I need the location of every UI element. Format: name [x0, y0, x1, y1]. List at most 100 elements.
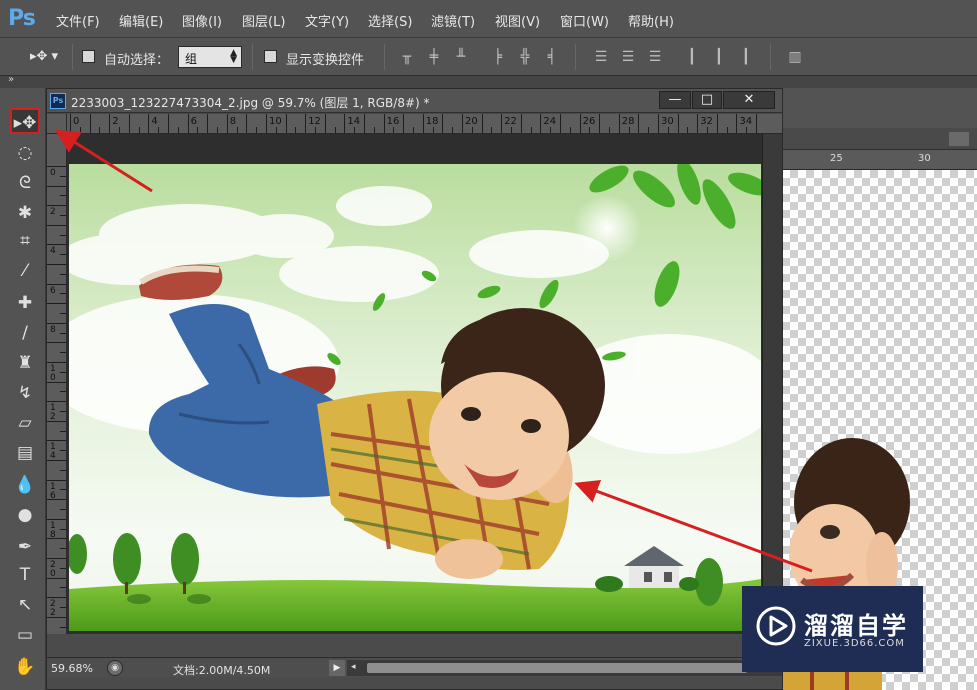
- lasso-tool-icon[interactable]: ᘓ: [10, 170, 40, 196]
- menu-filter[interactable]: 滤镜(T): [431, 11, 475, 30]
- distribute-hcenter-icon[interactable]: ┃: [710, 48, 728, 66]
- ruler-tick: [60, 332, 66, 334]
- distribute-vcenter-icon[interactable]: ☰: [619, 48, 637, 66]
- distribute-bottom-icon[interactable]: ☰: [646, 48, 664, 66]
- eraser-tool-icon[interactable]: ▱: [10, 410, 40, 436]
- ruler-tick: [47, 264, 66, 265]
- menu-image[interactable]: 图像(I): [182, 11, 222, 30]
- background-doc-minimize-button[interactable]: [949, 132, 969, 146]
- distribute-top-icon[interactable]: ☰: [592, 48, 610, 66]
- align-left-icon[interactable]: ╞: [489, 48, 507, 66]
- horizontal-scrollbar[interactable]: ◂: [347, 660, 782, 676]
- dodge-tool-icon[interactable]: ●: [10, 502, 40, 528]
- ps-logo: Ps: [8, 6, 36, 31]
- ruler-tick: [60, 411, 66, 412]
- ruler-tick: [60, 469, 66, 471]
- ruler-label: 30: [918, 153, 931, 164]
- options-divider: [252, 44, 253, 70]
- zoom-level[interactable]: 59.68%: [51, 662, 93, 675]
- ruler-tick: [60, 430, 66, 432]
- ruler-tick: [79, 127, 81, 133]
- play-logo-icon: [756, 606, 796, 646]
- menu-type[interactable]: 文字(Y): [305, 11, 349, 30]
- options-divider: [575, 44, 576, 70]
- hand-tool-icon[interactable]: ✋: [10, 654, 40, 680]
- move-tool-preset-icon[interactable]: ▸✥ ▾: [24, 48, 64, 66]
- horizontal-scroll-thumb[interactable]: [367, 663, 747, 673]
- marquee-tool-icon[interactable]: ◌: [10, 140, 40, 166]
- ruler-label: 14: [50, 442, 56, 462]
- distribute-right-icon[interactable]: ┃: [737, 48, 755, 66]
- ruler-tick: [60, 548, 66, 550]
- watermark-badge: 溜溜自学 ZIXUE.3D66.COM: [742, 586, 923, 672]
- ruler-origin[interactable]: [47, 114, 67, 134]
- menu-file[interactable]: 文件(F): [56, 11, 100, 30]
- auto-select-target-dropdown[interactable]: 组 ▲ ▼: [178, 46, 242, 68]
- status-menu-arrow-icon[interactable]: ▶: [329, 660, 345, 676]
- magic-wand-tool-icon[interactable]: ✱: [10, 200, 40, 226]
- align-bottom-icon[interactable]: ╨: [452, 48, 470, 66]
- align-hcenter-icon[interactable]: ╬: [516, 48, 534, 66]
- menu-layer[interactable]: 图层(L): [242, 11, 285, 30]
- options-divider: [384, 44, 385, 70]
- eyedropper-tool-icon[interactable]: ⁄: [10, 258, 40, 284]
- ruler-tick: [266, 114, 267, 133]
- brush-tool-icon[interactable]: ∕: [10, 320, 40, 346]
- close-button[interactable]: ✕: [723, 91, 775, 109]
- ruler-tick: [697, 114, 699, 133]
- canvas-image[interactable]: [69, 164, 761, 631]
- ruler-tick: [667, 127, 669, 133]
- type-tool-icon[interactable]: T: [10, 562, 40, 588]
- minimize-button[interactable]: —: [659, 91, 691, 109]
- maximize-button[interactable]: □: [692, 91, 722, 109]
- ruler-tick: [60, 626, 66, 628]
- ruler-label: 4: [50, 246, 56, 257]
- shape-tool-icon[interactable]: ▭: [10, 622, 40, 648]
- healing-brush-tool-icon[interactable]: ✚: [10, 290, 40, 316]
- menu-window[interactable]: 窗口(W): [560, 11, 609, 30]
- ruler-label: 24: [543, 116, 557, 127]
- distribute-left-icon[interactable]: ┃: [683, 48, 701, 66]
- scroll-left-icon[interactable]: ◂: [351, 662, 356, 672]
- ruler-label: 6: [50, 285, 56, 296]
- auto-select-checkbox[interactable]: [82, 50, 95, 63]
- ruler-tick: [609, 127, 610, 133]
- ruler-label: 2: [112, 116, 119, 127]
- menu-edit[interactable]: 编辑(E): [119, 11, 163, 30]
- vertical-scrollbar[interactable]: [762, 134, 782, 634]
- ruler-tick: [47, 283, 66, 285]
- ruler-tick: [60, 195, 66, 197]
- ruler-label: 25: [830, 153, 843, 164]
- ruler-tick: [207, 114, 209, 133]
- collapse-chevron-icon[interactable]: »: [8, 74, 14, 85]
- align-right-icon[interactable]: ╡: [543, 48, 561, 66]
- ruler-tick: [550, 127, 552, 133]
- path-selection-tool-icon[interactable]: ↖: [10, 592, 40, 618]
- ruler-tick: [726, 127, 728, 133]
- menu-help[interactable]: 帮助(H): [628, 11, 674, 30]
- ruler-tick: [628, 127, 630, 133]
- vertical-ruler[interactable]: 0 2 4 6 8 10 12 14 16 18 20 22: [47, 134, 67, 634]
- status-info-icon[interactable]: ◉: [107, 660, 123, 676]
- show-transform-checkbox[interactable]: [264, 50, 277, 63]
- ruler-tick: [315, 127, 316, 133]
- history-brush-tool-icon[interactable]: ↯: [10, 380, 40, 406]
- menu-select[interactable]: 选择(S): [368, 11, 412, 30]
- ruler-tick: [716, 114, 718, 133]
- auto-select-label: 自动选择：: [104, 53, 170, 68]
- align-vcenter-icon[interactable]: ╪: [425, 48, 443, 66]
- show-transform-label: 显示变换控件: [286, 53, 365, 68]
- auto-align-icon[interactable]: ▥: [786, 48, 804, 66]
- crop-tool-icon[interactable]: ⌗: [10, 228, 40, 254]
- menu-view[interactable]: 视图(V): [495, 11, 540, 30]
- blur-tool-icon[interactable]: 💧: [10, 472, 40, 498]
- horizontal-ruler[interactable]: 0 2 4 6 8 10 12 14 16 18 20 22 24 26 28 30 32 34: [67, 114, 782, 134]
- ruler-tick: [47, 205, 66, 207]
- gradient-tool-icon[interactable]: ▤: [10, 440, 40, 466]
- pen-tool-icon[interactable]: ✒: [10, 534, 40, 560]
- align-top-icon[interactable]: ╥: [398, 48, 416, 66]
- move-tool-icon[interactable]: ▸✥: [10, 108, 40, 134]
- ruler-tick: [491, 127, 493, 133]
- ruler-tick: [403, 114, 405, 133]
- stamp-tool-icon[interactable]: ♜: [10, 350, 40, 376]
